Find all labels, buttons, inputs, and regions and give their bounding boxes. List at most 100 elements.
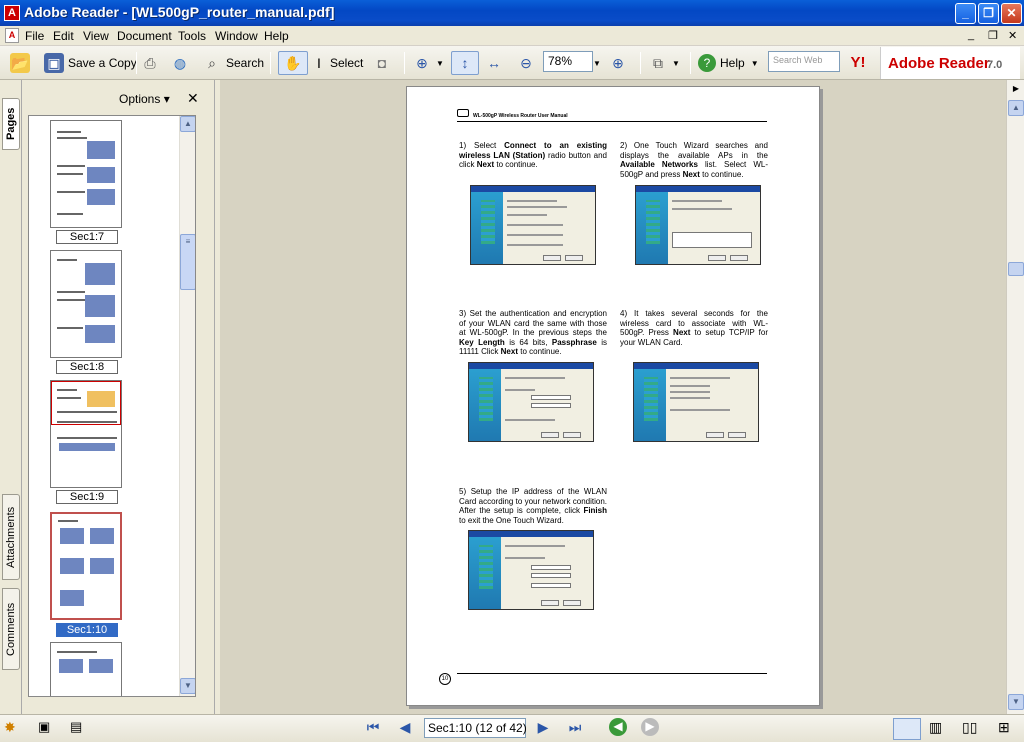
- help-icon: ?: [698, 54, 716, 72]
- thumbnail-page-current[interactable]: [50, 512, 122, 620]
- adobe-reader-app-icon[interactable]: A: [4, 5, 20, 21]
- printer-icon: ⎙: [144, 55, 156, 71]
- snapshot-button[interactable]: ◘: [372, 51, 396, 75]
- thumbnail-label-selected[interactable]: Sec1:10: [56, 623, 118, 637]
- step-1-text: 1) Select Connect to an existing wireles…: [459, 141, 607, 169]
- tab-pages[interactable]: Pages: [2, 98, 20, 150]
- zoom-percent-input[interactable]: 78%: [543, 51, 593, 72]
- step-3-text: 3) Set the authentication and encryption…: [459, 309, 607, 356]
- step-2-text: 2) One Touch Wizard searches and display…: [620, 141, 768, 179]
- facing-icon[interactable]: ▯▯: [962, 719, 977, 736]
- close-button[interactable]: ✕: [1001, 3, 1022, 24]
- menu-tools[interactable]: Tools: [178, 29, 206, 43]
- menu-view[interactable]: View: [83, 29, 109, 43]
- menu-help[interactable]: Help: [264, 29, 289, 43]
- minimize-button[interactable]: _: [955, 3, 976, 24]
- zoom-in-tool-button[interactable]: ⊕ ▼: [412, 51, 444, 75]
- full-screen-icon[interactable]: ▣: [38, 719, 50, 735]
- scroll-right-icon[interactable]: ▶: [1008, 81, 1024, 97]
- thumbnail-page[interactable]: [50, 250, 122, 358]
- save-disk-icon: ▣: [44, 53, 64, 73]
- tab-comments[interactable]: Comments: [2, 588, 20, 670]
- last-page-button[interactable]: ⏭: [564, 716, 586, 738]
- email-button[interactable]: ◍: [170, 51, 194, 75]
- scroll-up-icon[interactable]: ▲: [1008, 100, 1024, 116]
- rotate-view-button[interactable]: ⧉ ▼: [648, 51, 680, 75]
- zoom-dropdown-button[interactable]: ▼: [593, 51, 601, 75]
- scroll-down-icon[interactable]: ▼: [180, 678, 195, 694]
- wizard-screenshot-4: [633, 362, 759, 442]
- select-label: Select: [330, 56, 364, 70]
- previous-page-button[interactable]: ◀: [394, 716, 416, 738]
- thumbnail-page[interactable]: [50, 120, 122, 228]
- thumbnail-page[interactable]: [50, 380, 122, 488]
- doc-restore-icon[interactable]: ❐: [988, 29, 998, 42]
- hand-tool-button[interactable]: ✋: [278, 51, 308, 75]
- page-number: 10: [439, 673, 451, 685]
- continuous-facing-icon[interactable]: ⊞: [998, 719, 1010, 736]
- thumbnail-label[interactable]: Sec1:7: [56, 230, 118, 244]
- version-label: 7.0: [987, 59, 1003, 71]
- wizard-screenshot-1: [470, 185, 596, 265]
- open-button[interactable]: 📂: [10, 51, 34, 75]
- page-view-icon: ⧉: [653, 55, 663, 71]
- scroll-thumb[interactable]: [1008, 262, 1024, 276]
- search-label: Search: [226, 56, 265, 70]
- wizard-screenshot-5: [468, 530, 594, 610]
- window-title: Adobe Reader - [WL500gP_router_manual.pd…: [24, 4, 335, 20]
- brand-label: Adobe Reader: [888, 55, 990, 72]
- first-page-button[interactable]: ⏮: [362, 716, 384, 738]
- camera-icon: ◘: [377, 55, 387, 71]
- router-logo-icon: [457, 109, 469, 117]
- single-page-icon[interactable]: [893, 718, 921, 740]
- zoom-in-button[interactable]: ⊕: [608, 51, 632, 75]
- document-scrollbar[interactable]: ▶ ▲ ▼: [1006, 80, 1024, 714]
- text-select-icon: I: [317, 55, 321, 71]
- step-5-text: 5) Setup the IP address of the WLAN Card…: [459, 487, 607, 525]
- options-label: Options: [119, 92, 161, 106]
- document-icon[interactable]: A: [5, 28, 19, 43]
- thumbnail-label[interactable]: Sec1:9: [56, 490, 118, 504]
- menu-document[interactable]: Document: [117, 29, 172, 43]
- help-button[interactable]: ? Help ▼: [698, 51, 759, 75]
- next-page-button[interactable]: ▶: [532, 716, 554, 738]
- navigation-tabs: Pages Attachments Comments: [0, 80, 22, 714]
- globe-email-icon: ◍: [173, 55, 187, 71]
- thumbnail-list: Sec1:7 Sec1:8 Sec1:9 Sec1:10 ▲ ≡ ▼: [28, 115, 196, 697]
- actual-size-button[interactable]: ↕: [451, 51, 479, 75]
- search-button[interactable]: ⌕ Search: [202, 51, 264, 75]
- go-back-button[interactable]: ◀: [609, 718, 627, 736]
- open-folder-icon: 📂: [10, 53, 30, 73]
- scroll-thumb[interactable]: ≡: [180, 234, 195, 290]
- tab-attachments[interactable]: Attachments: [2, 494, 20, 580]
- maximize-button[interactable]: ❐: [978, 3, 999, 24]
- zoom-out-button[interactable]: ⊖: [516, 51, 540, 75]
- yahoo-search-button[interactable]: Y!: [848, 51, 872, 75]
- doc-close-icon[interactable]: ✕: [1008, 29, 1017, 42]
- continuous-icon[interactable]: ▥: [929, 719, 942, 736]
- print-button[interactable]: ⎙: [140, 51, 164, 75]
- thumbnail-page[interactable]: [50, 642, 122, 696]
- menu-edit[interactable]: Edit: [53, 29, 74, 43]
- go-forward-button[interactable]: ▶: [641, 718, 659, 736]
- thumbnail-label[interactable]: Sec1:8: [56, 360, 118, 374]
- scroll-up-icon[interactable]: ▲: [180, 116, 195, 132]
- menu-file[interactable]: File: [25, 29, 44, 43]
- print-preview-icon[interactable]: ▤: [70, 719, 82, 735]
- search-web-input[interactable]: Search Web: [768, 51, 840, 72]
- thumbnail-scrollbar[interactable]: ▲ ≡ ▼: [179, 116, 195, 696]
- fit-width-button[interactable]: ↔: [484, 51, 508, 75]
- doc-minimize-icon[interactable]: _: [968, 29, 974, 41]
- page-number-input[interactable]: Sec1:10 (12 of 42): [424, 718, 527, 738]
- options-menu[interactable]: Options ▾: [119, 92, 170, 106]
- menu-window[interactable]: Window: [215, 29, 258, 43]
- close-panel-icon[interactable]: ✕: [187, 90, 199, 107]
- save-copy-button[interactable]: ▣ Save a Copy: [44, 51, 137, 75]
- select-tool-button[interactable]: I Select: [312, 51, 363, 75]
- toolbar: 📂 ▣ Save a Copy ⎙ ◍ ⌕ Search ✋ I Select ◘ ⊕…: [0, 46, 1024, 80]
- scroll-down-icon[interactable]: ▼: [1008, 694, 1024, 710]
- wizard-screenshot-2: [635, 185, 761, 265]
- security-icon[interactable]: ✸: [4, 719, 16, 736]
- zoom-in-icon: ⊕: [612, 55, 624, 71]
- adobe-reader-brand[interactable]: Adobe Reader 7.0: [880, 47, 1020, 79]
